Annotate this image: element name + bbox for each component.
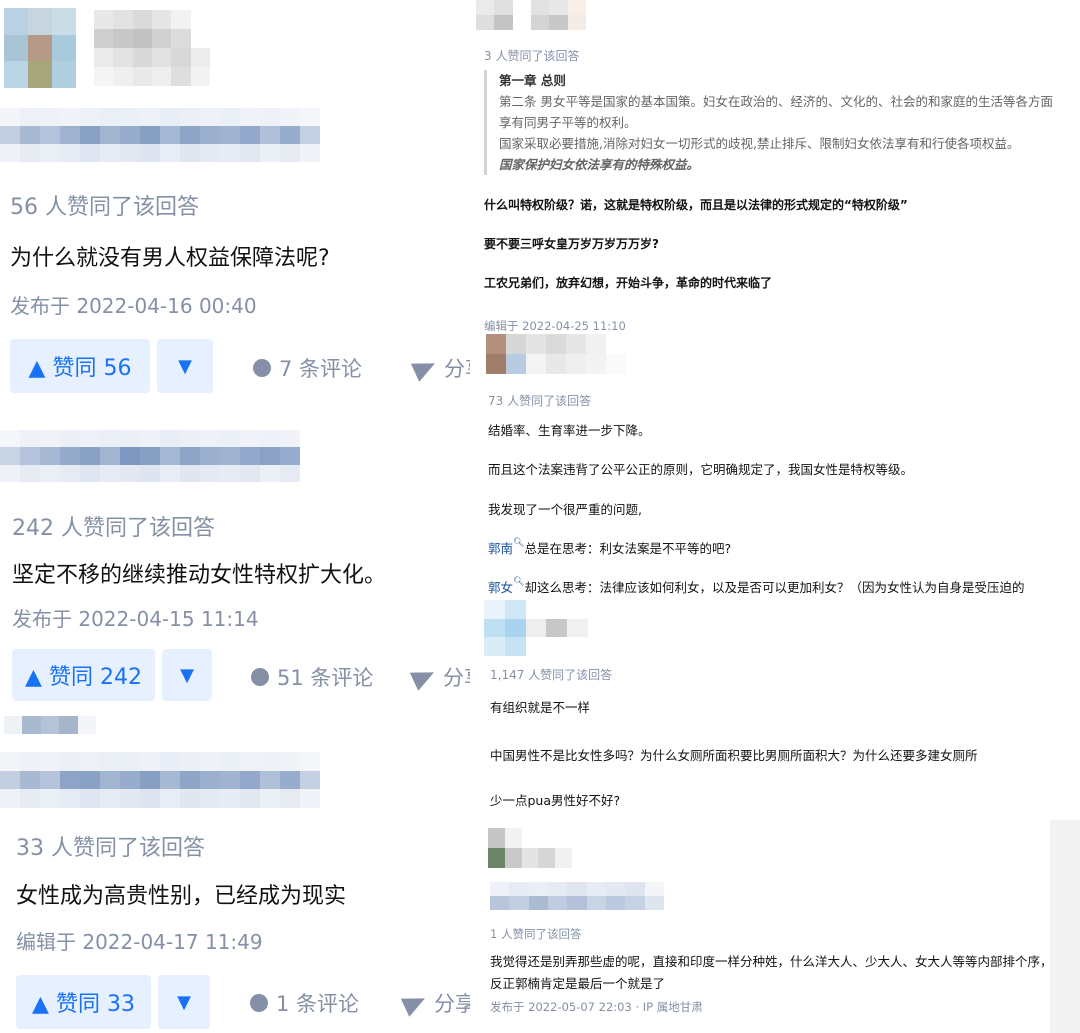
answer-paragraph: 有组织就是不一样 bbox=[490, 700, 591, 715]
answer-time: 发布于 2022-04-15 11:14 bbox=[12, 607, 259, 631]
answer-paragraph: 结婚率、生育率进一步下降。 bbox=[488, 423, 651, 438]
username bbox=[94, 10, 210, 86]
username bbox=[4, 716, 96, 734]
downvote-button[interactable]: ▼ bbox=[157, 339, 213, 393]
share-label: 分享 bbox=[443, 666, 470, 690]
quote-paragraph: 国家采取必要措施,消除对妇女一切形式的歧视,禁止排斥、限制妇女依法享有和行使各项… bbox=[499, 136, 1020, 151]
avatar bbox=[488, 828, 572, 868]
search-link-icon: 🔍︎ bbox=[513, 538, 525, 548]
quote-paragraph: 第二条 男女平等是国家的基本国策。妇女在政治的、经济的、文化的、社会的和家庭的生… bbox=[499, 94, 1053, 130]
vote-count-text: 1,147 人赞同了该回答 bbox=[490, 668, 613, 682]
answer-paragraph: 而且这个法案违背了公平公正的原则，它明确规定了，我国女性是特权等级。 bbox=[488, 462, 914, 477]
upvote-button[interactable]: ▲ 赞同 33 bbox=[16, 975, 151, 1029]
downvote-button[interactable]: ▼ bbox=[162, 649, 212, 701]
share-icon bbox=[409, 663, 439, 691]
quote-emphasis: 国家保护妇女依法享有的特殊权益。 bbox=[499, 157, 700, 172]
answer-paragraph: 中国男性不是比女性多吗？为什么女厕所面积要比男厕所面积大？为什么还要多建女厕所 bbox=[490, 748, 978, 763]
share-button[interactable]: 分享 bbox=[409, 662, 470, 692]
downvote-button[interactable]: ▼ bbox=[158, 975, 210, 1029]
answer-paragraph: 我觉得还是别弄那些虚的呢，直接和印度一样分种姓，什么洋大人、少大人、女大人等等内… bbox=[490, 954, 1053, 991]
left-screenshot-panel: 56 人赞同了该回答 为什么就没有男人权益保障法呢? 发布于 2022-04-1… bbox=[0, 0, 470, 1033]
answer-paragraph: 郭女🔍︎却这么思考：法律应该如何利女，以及是否可以更加利女？（因为女性认为自身是… bbox=[488, 577, 1024, 596]
question-link-blur bbox=[490, 882, 664, 910]
answer-paragraph: 少一点pua男性好不好? bbox=[490, 793, 621, 808]
downvote-icon: ▼ bbox=[180, 664, 194, 686]
answer-content: 女性成为高贵性别，已经成为现实 bbox=[16, 884, 347, 909]
quote-title: 第一章 总则 bbox=[499, 73, 566, 88]
avatar bbox=[476, 0, 586, 30]
answer-paragraph: 郭南🔍︎总是在思考：利女法案是不平等的吧? bbox=[488, 538, 731, 557]
search-link[interactable]: 郭女 bbox=[488, 580, 513, 595]
answer-time: 编辑于 2022-04-17 11:49 bbox=[16, 930, 263, 954]
share-icon bbox=[410, 354, 440, 382]
share-icon bbox=[400, 989, 430, 1017]
comment-icon bbox=[253, 359, 271, 377]
answer-text: 总是在思考：利女法案是不平等的吧? bbox=[524, 541, 732, 556]
avatar bbox=[484, 600, 588, 656]
share-label: 分享 bbox=[444, 357, 470, 381]
answer-text: 却这么思考：法律应该如何利女，以及是否可以更加利女？（因为女性认为自身是受压迫的 bbox=[524, 580, 1025, 595]
avatar bbox=[486, 334, 626, 374]
vote-count-text: 33 人赞同了该回答 bbox=[16, 836, 205, 861]
vote-count-text: 56 人赞同了该回答 bbox=[10, 195, 199, 220]
share-button[interactable]: 分享 bbox=[400, 988, 470, 1018]
downvote-icon: ▼ bbox=[178, 355, 192, 377]
answer-content: 为什么就没有男人权益保障法呢? bbox=[10, 246, 330, 271]
answer-content: 坚定不移的继续推动女性特权扩大化。 bbox=[12, 563, 387, 588]
comment-label: 7 条评论 bbox=[279, 357, 363, 381]
comment-button[interactable]: 7 条评论 bbox=[253, 353, 362, 383]
question-link-blur bbox=[0, 108, 340, 162]
answer-paragraph-bold: 工农兄弟们，放弃幻想，开始斗争，革命的时代来临了 bbox=[484, 276, 773, 290]
comment-label: 51 条评论 bbox=[277, 666, 374, 690]
answer-time: 发布于 2022-05-07 22:03 · IP 属地甘肃 bbox=[490, 1000, 703, 1014]
comment-icon bbox=[250, 994, 268, 1012]
question-link-blur bbox=[0, 752, 340, 808]
vote-count-text: 3 人赞同了该回答 bbox=[484, 49, 580, 63]
answer-paragraph-bold: 要不要三呼女皇万岁万岁万万岁? bbox=[484, 237, 659, 251]
answer-time: 发布于 2022-04-16 00:40 bbox=[10, 294, 257, 318]
comment-button[interactable]: 51 条评论 bbox=[251, 662, 373, 692]
question-link-blur bbox=[0, 430, 320, 482]
vote-count-text: 73 人赞同了该回答 bbox=[488, 394, 592, 408]
upvote-button[interactable]: ▲ 赞同 56 bbox=[10, 339, 150, 393]
search-link-icon: 🔍︎ bbox=[513, 577, 525, 587]
upvote-button[interactable]: ▲ 赞同 242 bbox=[12, 649, 155, 701]
vote-count-text: 1 人赞同了该回答 bbox=[490, 927, 582, 941]
vote-count-text: 242 人赞同了该回答 bbox=[12, 516, 215, 541]
upvote-label: ▲ 赞同 242 bbox=[25, 665, 142, 690]
answer-paragraph: 我发现了一个很严重的问题, bbox=[488, 502, 642, 517]
comment-label: 1 条评论 bbox=[276, 992, 360, 1016]
share-label: 分享 bbox=[434, 992, 470, 1016]
downvote-icon: ▼ bbox=[177, 991, 191, 1013]
comment-icon bbox=[251, 668, 269, 686]
law-quote-block: 第一章 总则 第二条 男女平等是国家的基本国策。妇女在政治的、经济的、文化的、社… bbox=[484, 70, 1059, 175]
answer-paragraph-bold: 什么叫特权阶级？诺，这就是特权阶级，而且是以法律的形式规定的“特权阶级” bbox=[484, 198, 908, 212]
upvote-label: ▲ 赞同 33 bbox=[32, 992, 135, 1017]
share-button[interactable]: 分享 bbox=[410, 353, 470, 383]
upvote-label: ▲ 赞同 56 bbox=[28, 356, 132, 381]
answer-time: 编辑于 2022-04-25 11:10 bbox=[484, 319, 626, 333]
search-link[interactable]: 郭南 bbox=[488, 541, 513, 556]
edge-shade bbox=[1050, 820, 1080, 1033]
avatar bbox=[4, 8, 76, 88]
comment-button[interactable]: 1 条评论 bbox=[250, 988, 359, 1018]
